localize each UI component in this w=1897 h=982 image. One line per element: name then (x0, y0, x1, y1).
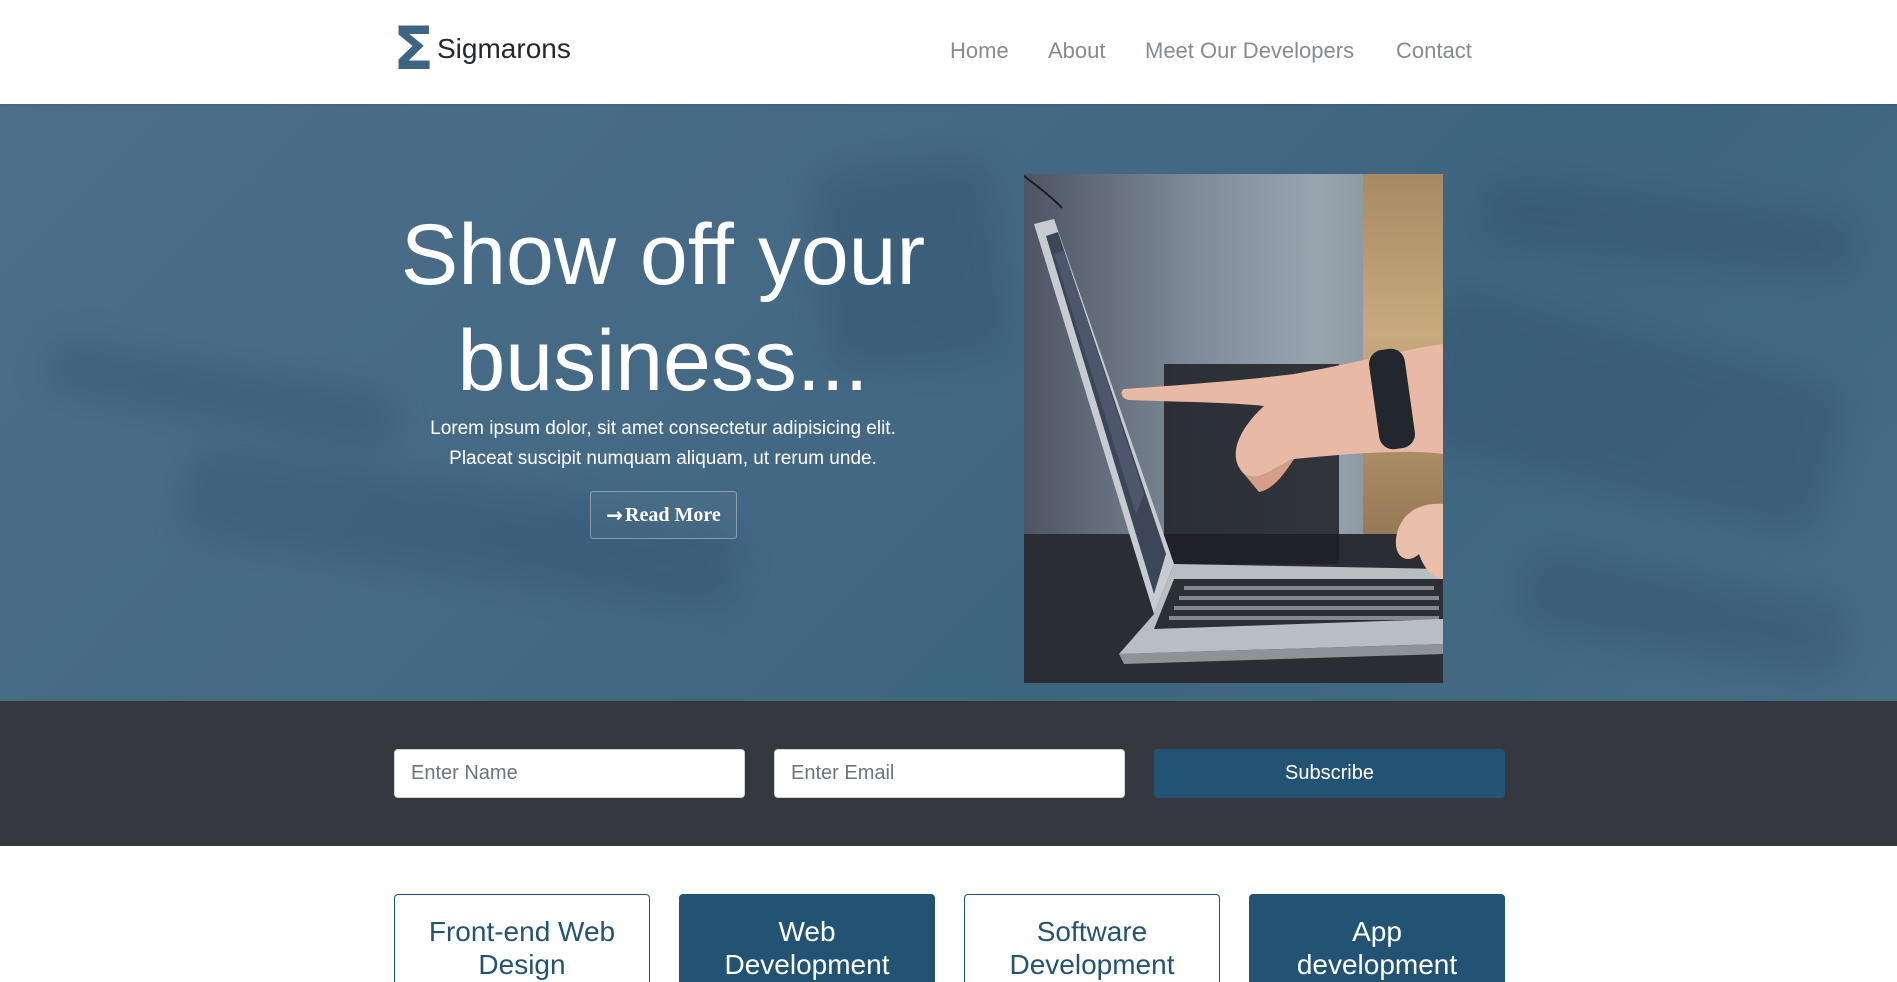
service-card-title-line: Front-end Web (428, 916, 616, 947)
nav-link-about[interactable]: About (1048, 36, 1106, 66)
service-card-software-development[interactable]: Software Development (964, 894, 1220, 982)
subscribe-section: Subscribe (0, 701, 1897, 846)
service-card-title: App development (1297, 915, 1457, 982)
nav-link-home[interactable]: Home (950, 36, 1009, 66)
hero-section: Show off your business... Lorem ipsum do… (0, 104, 1897, 701)
subscribe-button[interactable]: Subscribe (1154, 749, 1505, 798)
service-card-title-line: development (1296, 949, 1458, 980)
service-card-title-line: Software (1036, 916, 1148, 947)
service-card-frontend[interactable]: Front-end Web Design (394, 894, 650, 982)
service-card-title: Front-end Web Design (429, 915, 615, 982)
navbar: Σ Sigmarons Home About Meet Our Develope… (0, 0, 1897, 104)
nav-link-contact[interactable]: Contact (1396, 36, 1472, 66)
hero-title: Show off your business... (380, 202, 946, 414)
service-card-title-line: Web (778, 916, 836, 947)
service-card-title-line: Development (724, 949, 890, 980)
service-card-title-line: App (1352, 916, 1402, 947)
arrow-right-icon: → (606, 503, 624, 527)
nav-link-developers[interactable]: Meet Our Developers (1145, 36, 1354, 66)
service-card-web-development[interactable]: Web Development (679, 894, 935, 982)
email-input[interactable] (774, 749, 1125, 798)
service-card-app-development[interactable]: App development (1249, 894, 1505, 982)
hero-title-line: Show off your (400, 207, 926, 303)
service-card-title-line: Design (478, 949, 566, 980)
nav-links: Home About Meet Our Developers Contact (0, 36, 1897, 66)
hero-background-shape (1406, 285, 1854, 543)
hero-background-shape (37, 333, 403, 455)
laptop-illustration (1024, 175, 1443, 664)
service-card-title: Software Development (1010, 915, 1175, 982)
read-more-label: Read More (625, 503, 721, 526)
hero-description-line: Placeat suscipit numquam aliquam, ut rer… (449, 448, 877, 469)
services-section: Front-end Web Design Web Development Sof… (0, 846, 1897, 982)
service-card-title: Web Development (725, 915, 890, 982)
hero-background-shape (1477, 174, 1863, 284)
read-more-button[interactable]: → Read More (590, 491, 737, 539)
name-input[interactable] (394, 749, 745, 798)
hero-description: Lorem ipsum dolor, sit amet consectetur … (380, 414, 946, 474)
hero-description-line: Lorem ipsum dolor, sit amet consectetur … (430, 418, 896, 439)
service-card-title-line: Development (1009, 949, 1175, 980)
laptop-photo (1024, 174, 1443, 683)
hero-background-shape (1515, 545, 1855, 683)
hero-title-line: business... (457, 313, 869, 409)
